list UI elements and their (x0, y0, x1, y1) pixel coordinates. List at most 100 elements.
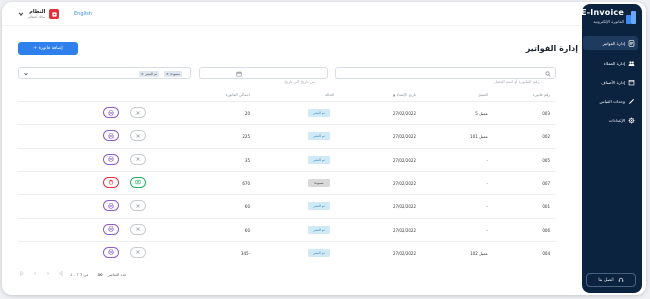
client-name: - (486, 204, 488, 210)
ruler-icon (629, 98, 634, 104)
print-icon (108, 203, 114, 209)
invoice-total: 60 (244, 204, 250, 210)
print-button[interactable] (103, 130, 119, 142)
table-row[interactable]: 007 - 27/02/2022 مسودة 670 (18, 170, 556, 194)
add-invoice-button[interactable]: + إضافة فاتورة (18, 42, 78, 55)
sort-icon[interactable]: ▲ (393, 93, 396, 97)
search-field[interactable] (335, 67, 556, 87)
status-chip-published[interactable]: × تم النشر (139, 71, 160, 77)
user-menu[interactable]: النظام مالك النظام (18, 6, 60, 22)
avatar (49, 9, 60, 19)
created-date: 27/02/2022 (392, 250, 416, 256)
company-logo-icon (52, 11, 57, 17)
chip-remove-icon[interactable]: × (141, 72, 144, 76)
invoice-total: 20 (244, 111, 250, 116)
status-badge: تم النشر (308, 225, 330, 234)
gear-icon (628, 117, 635, 123)
last-page-button[interactable]: ›| (57, 271, 65, 277)
invoice-number: 007 (542, 180, 550, 186)
chip-remove-icon[interactable]: × (166, 72, 169, 76)
print-button[interactable] (103, 246, 119, 258)
brand: E-Invoice الفاتورة الإلكترونية (581, 8, 636, 28)
print-icon (108, 156, 114, 162)
table-header: رقم فاتورة العميل ▲ تاريخ الإنشاء الحالة… (18, 90, 556, 100)
sidebar-item-invoices[interactable]: إدارة الفواتير (583, 36, 638, 50)
app-window: النظام مالك النظام English E-Invoice الف… (2, 2, 646, 295)
invoice-number: 005 (542, 157, 550, 163)
chevron-down-icon[interactable] (18, 11, 24, 17)
table-row[interactable]: 002 عميل 101 27/02/2022 تم النشر 225 (18, 124, 556, 147)
date-range-input[interactable] (200, 76, 327, 87)
publish-icon (135, 180, 141, 185)
chevron-down-icon[interactable] (23, 71, 29, 77)
column-header-label: تاريخ الإنشاء (396, 92, 416, 97)
per-page-value[interactable]: 30 (97, 272, 102, 277)
invoice-number: 003 (542, 111, 550, 116)
created-date: 27/02/2022 (392, 134, 416, 140)
headset-icon (618, 277, 623, 282)
publish-button[interactable] (130, 176, 146, 188)
print-icon (108, 110, 114, 116)
sidebar-item-units[interactable]: وحدات القياس (583, 94, 638, 108)
cancel-invoice-button[interactable] (130, 130, 146, 142)
delete-button[interactable] (103, 176, 119, 188)
sidebar-item-clients[interactable]: إدارة العملاء (583, 56, 638, 70)
client-name: - (486, 180, 488, 186)
print-icon (108, 249, 114, 255)
client-name: عميل 101 (470, 134, 488, 140)
contact-label: اتصل بنا (598, 277, 614, 283)
first-page-button[interactable]: |‹ (18, 271, 26, 277)
pagination: |‹ ‹ › ›| 1 - 7 من 7 30 عدد العناصر (18, 269, 126, 279)
column-header: رقم فاتورة (532, 92, 550, 97)
status-chip-draft[interactable]: × مسودة (164, 71, 182, 77)
sidebar-item-items[interactable]: إدارة الأصناف (583, 75, 638, 89)
contact-us-button[interactable]: اتصل بنا (586, 273, 636, 287)
table-row[interactable]: 006 - 27/02/2022 تم النشر 60 (18, 217, 556, 241)
print-button[interactable] (103, 223, 119, 235)
language-toggle[interactable]: English (74, 11, 92, 17)
cancel-invoice-button[interactable] (130, 107, 146, 118)
print-button[interactable] (103, 107, 119, 118)
box-icon (628, 79, 635, 85)
invoice-number: 002 (542, 134, 550, 140)
users-icon (628, 60, 635, 66)
table-row[interactable]: 005 - 27/02/2022 تم النشر 35 (18, 147, 556, 171)
cancel-icon (136, 157, 140, 161)
created-date: 27/02/2022 (392, 111, 416, 116)
status-badge: تم النشر (308, 155, 330, 164)
print-button[interactable] (103, 153, 119, 165)
status-filter[interactable]: × تم النشر × مسودة (18, 67, 191, 79)
sidebar-item-label: إدارة الفواتير (602, 40, 625, 46)
invoice-total: 60 (244, 227, 250, 233)
user-role: مالك النظام (28, 15, 46, 19)
cancel-invoice-button[interactable] (130, 223, 146, 235)
calendar-icon (236, 71, 242, 76)
sidebar-item-label: إدارة العملاء (603, 60, 625, 66)
print-icon (108, 133, 114, 139)
cancel-icon (136, 250, 140, 255)
next-page-button[interactable]: › (44, 271, 52, 277)
search-input[interactable] (336, 76, 555, 87)
status-badge: تم النشر (308, 109, 330, 117)
status-badge: تم النشر (308, 202, 330, 211)
column-header-sortable[interactable]: ▲ تاريخ الإنشاء (393, 92, 416, 97)
print-icon (108, 226, 114, 232)
client-name: - (486, 157, 488, 163)
print-button[interactable] (103, 200, 119, 212)
sidebar-item-settings[interactable]: الإعدادات (583, 113, 638, 127)
table-row[interactable]: 004 عميل 102 27/02/2022 تم النشر 345- (18, 240, 556, 264)
cancel-invoice-button[interactable] (130, 246, 146, 258)
invoice-number: 004 (542, 250, 550, 256)
cancel-invoice-button[interactable] (130, 153, 146, 165)
table-row[interactable]: 003 عميل 5 27/02/2022 تم النشر 20 (18, 101, 556, 124)
prev-page-button[interactable]: ‹ (31, 271, 39, 277)
top-header: النظام مالك النظام English (2, 2, 582, 26)
cancel-icon (136, 134, 140, 138)
created-date: 27/02/2022 (392, 204, 416, 210)
table-row[interactable]: 001 - 27/02/2022 تم النشر 60 (18, 194, 556, 217)
page-range: 1 - 7 من 7 (70, 271, 89, 277)
sidebar-item-label: الإعدادات (608, 117, 625, 123)
sidebar-item-label: وحدات القياس (599, 98, 625, 104)
cancel-invoice-button[interactable] (130, 200, 146, 212)
date-range-field[interactable] (199, 67, 328, 87)
